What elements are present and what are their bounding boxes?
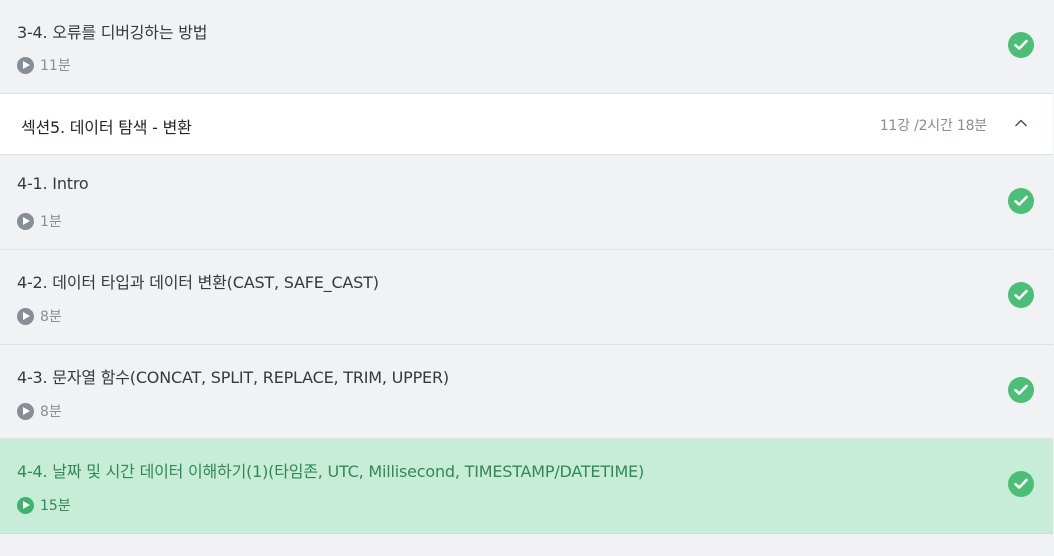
lecture-duration: 8분 — [17, 306, 62, 326]
duration-text: 1분 — [40, 214, 62, 230]
check-circle-icon — [1008, 188, 1034, 214]
section-header[interactable]: 섹션5. 데이터 탐색 - 변환 11강 /2시간 18분 — [0, 94, 1053, 155]
lecture-title: 4-4. 날짜 및 시간 데이터 이해하기(1)(타임존, UTC, Milli… — [17, 462, 644, 481]
lecture-item[interactable]: 4-1. Intro 1분 — [0, 155, 1053, 250]
duration-text: 15분 — [40, 498, 71, 514]
lecture-item[interactable]: 4-2. 데이터 타입과 데이터 변환(CAST, SAFE_CAST) 8분 — [0, 250, 1053, 345]
play-circle-icon — [17, 307, 34, 325]
lecture-title: 3-4. 오류를 디버깅하는 방법 — [17, 23, 208, 42]
curriculum-list: 3-4. 오류를 디버깅하는 방법 11분 섹션5. 데이터 탐색 - 변환 1… — [0, 0, 1054, 556]
lecture-duration: 11분 — [17, 55, 71, 75]
lecture-title: 4-2. 데이터 타입과 데이터 변환(CAST, SAFE_CAST) — [17, 273, 379, 292]
lecture-item-active[interactable]: 4-4. 날짜 및 시간 데이터 이해하기(1)(타임존, UTC, Milli… — [0, 439, 1053, 534]
play-circle-icon — [17, 56, 34, 74]
lecture-title: 4-3. 문자열 함수(CONCAT, SPLIT, REPLACE, TRIM… — [17, 368, 449, 387]
check-circle-icon — [1008, 282, 1034, 308]
section-meta: 11강 /2시간 18분 — [879, 118, 987, 134]
play-circle-icon — [17, 402, 34, 420]
lecture-duration: 15분 — [17, 495, 71, 515]
play-circle-icon — [17, 212, 34, 230]
play-circle-icon — [17, 496, 34, 514]
lecture-duration: 8분 — [17, 401, 62, 421]
chevron-up-icon[interactable] — [1013, 115, 1029, 131]
duration-text: 8분 — [40, 309, 62, 325]
check-circle-icon — [1008, 32, 1034, 58]
check-circle-icon — [1008, 471, 1034, 497]
duration-text: 11분 — [40, 58, 71, 74]
lecture-title: 4-1. Intro — [17, 174, 89, 193]
lecture-duration: 1분 — [17, 211, 62, 231]
section-title: 섹션5. 데이터 탐색 - 변환 — [21, 118, 192, 137]
duration-text: 8분 — [40, 404, 62, 420]
lecture-item[interactable]: 4-3. 문자열 함수(CONCAT, SPLIT, REPLACE, TRIM… — [0, 345, 1053, 439]
lecture-item[interactable]: 3-4. 오류를 디버깅하는 방법 11분 — [0, 0, 1053, 94]
check-circle-icon — [1008, 377, 1034, 403]
